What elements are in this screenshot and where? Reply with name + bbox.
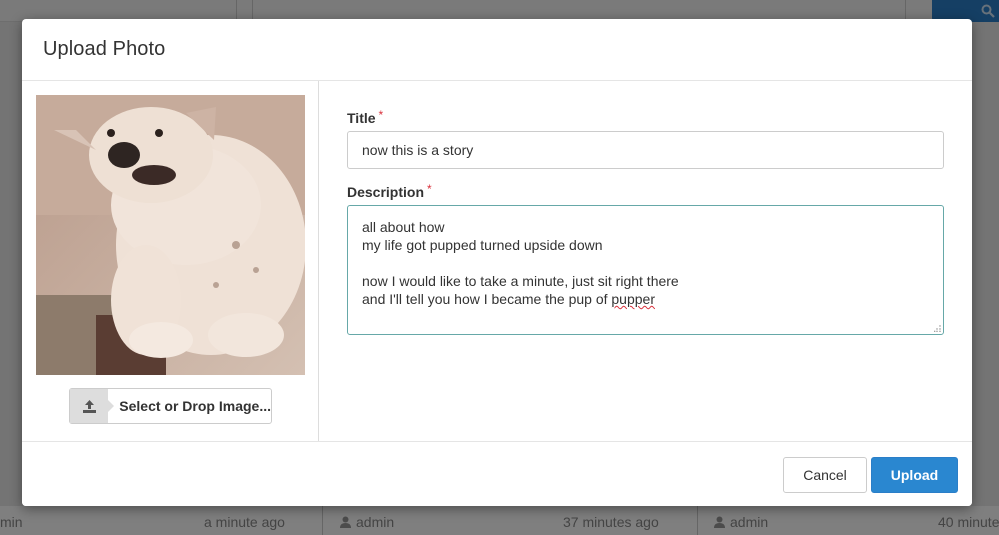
form-panel: Title* Description* all about how my lif… bbox=[347, 81, 947, 441]
description-line: all about how bbox=[362, 219, 445, 235]
cancel-button[interactable]: Cancel bbox=[783, 457, 867, 493]
upload-icon bbox=[70, 389, 115, 423]
misspelled-word: pupper bbox=[611, 291, 655, 307]
required-marker: * bbox=[378, 108, 384, 122]
image-panel: Select or Drop Image... bbox=[22, 81, 319, 441]
description-line: my life got pupped turned upside down bbox=[362, 237, 603, 253]
modal-title: Upload Photo bbox=[43, 38, 166, 60]
upload-button[interactable]: Upload bbox=[871, 457, 958, 493]
title-label: Title * bbox=[347, 108, 384, 126]
description-line: and I'll tell you how I became the pup o… bbox=[362, 291, 655, 307]
photo-preview bbox=[36, 95, 305, 375]
description-line bbox=[362, 254, 929, 272]
description-textarea[interactable]: all about how my life got pupped turned … bbox=[347, 205, 944, 335]
required-marker: * bbox=[427, 182, 432, 196]
resize-handle-icon[interactable] bbox=[934, 325, 941, 332]
description-label: Description * bbox=[347, 182, 432, 200]
select-image-label: Select or Drop Image... bbox=[119, 398, 271, 414]
modal-footer: Cancel Upload bbox=[22, 441, 972, 506]
description-line: now I would like to take a minute, just … bbox=[362, 273, 679, 289]
upload-photo-modal: Upload Photo Select or Drop Image... Tit… bbox=[22, 19, 972, 506]
select-image-button[interactable]: Select or Drop Image... bbox=[69, 388, 272, 424]
modal-body: Select or Drop Image... Title* Descripti… bbox=[22, 81, 972, 441]
title-input[interactable] bbox=[347, 131, 944, 169]
modal-header: Upload Photo bbox=[22, 19, 972, 81]
